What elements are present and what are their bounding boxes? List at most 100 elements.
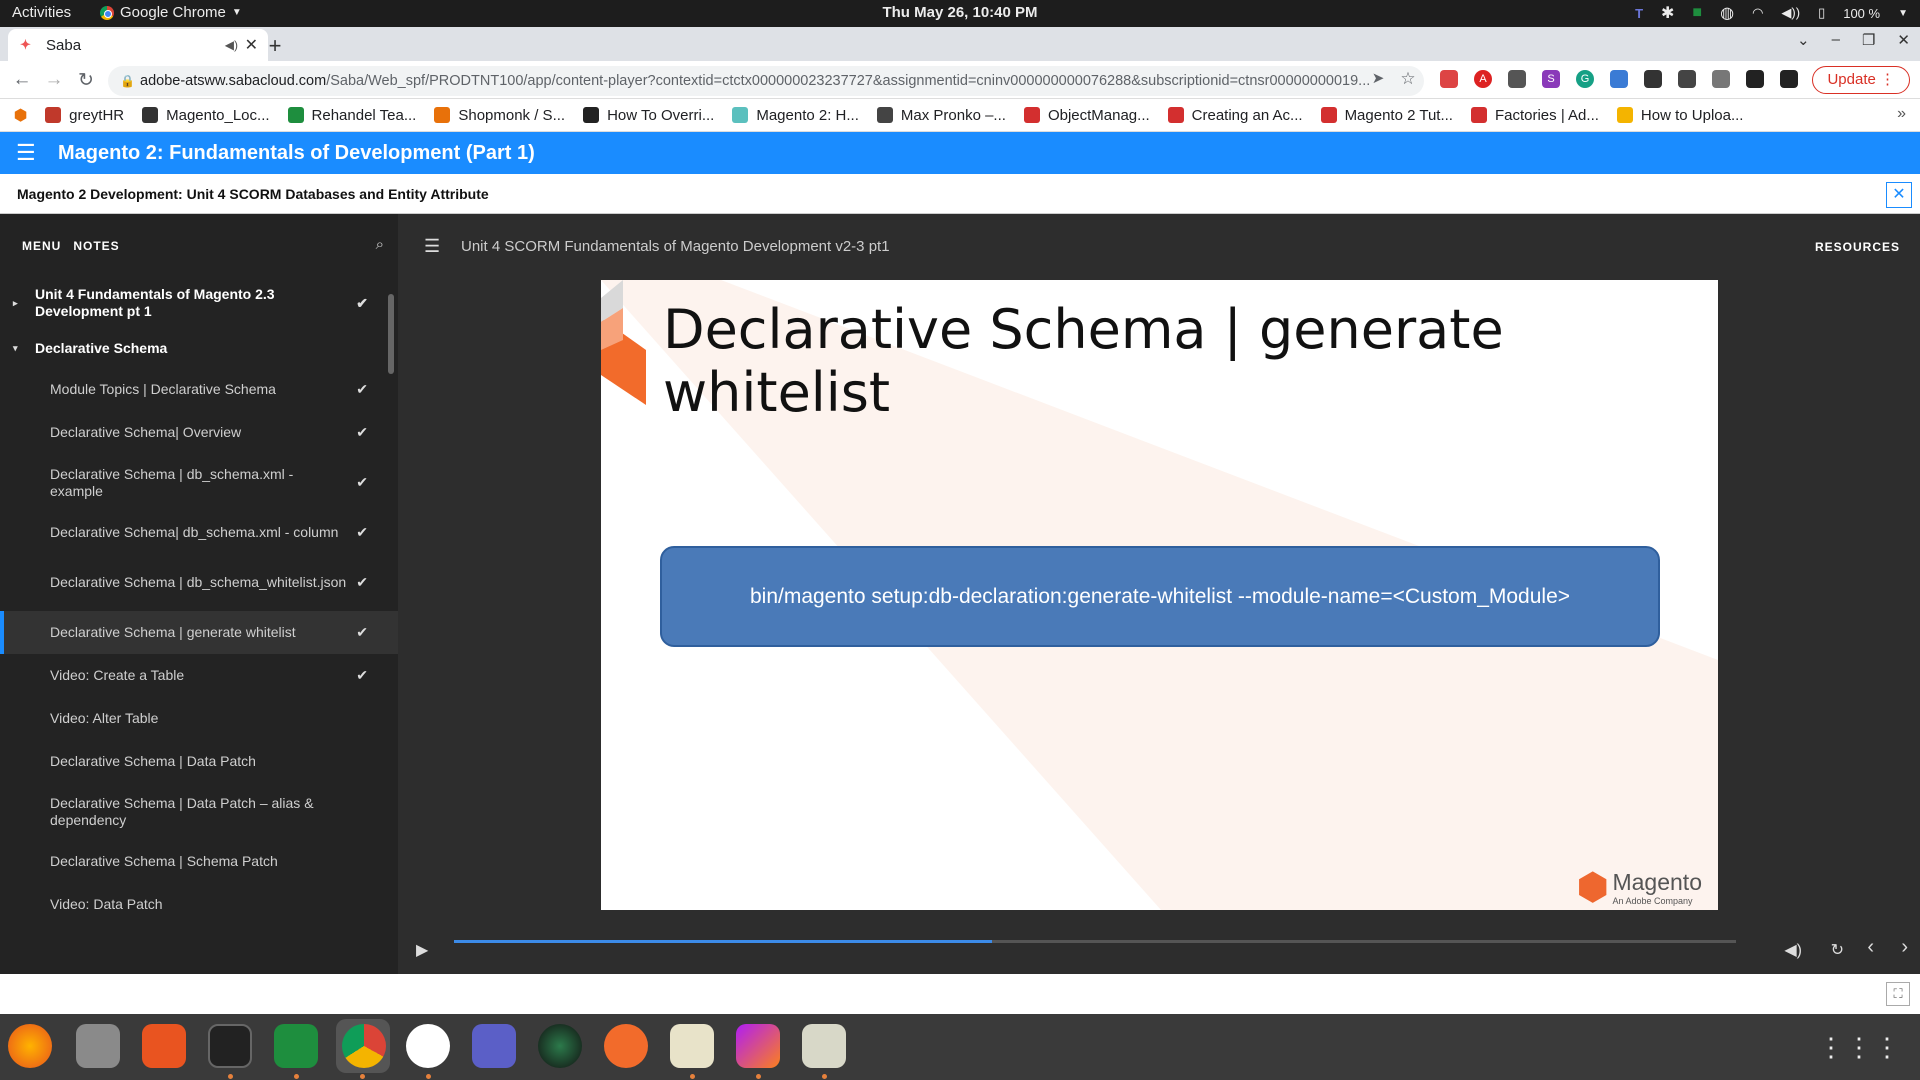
bookmark-item[interactable]: Creating an Ac... xyxy=(1167,107,1303,124)
sidebar-lesson-item[interactable]: Declarative Schema| Overview ✔ xyxy=(0,411,398,454)
bookmark-item[interactable]: Max Pronko –... xyxy=(876,107,1006,124)
check-icon: ✔ xyxy=(356,624,368,640)
lock-icon: 🔒 xyxy=(120,74,135,88)
previous-slide-icon[interactable]: ‹ xyxy=(1867,936,1874,959)
extensions-area: A S G xyxy=(1440,70,1832,88)
tab-menu[interactable]: MENU xyxy=(22,239,61,253)
sidebar-scrollbar[interactable] xyxy=(388,294,394,374)
fullscreen-icon[interactable]: ⛶ xyxy=(1886,982,1910,1006)
sidebar-lesson-item[interactable]: Declarative Schema | generate whitelist ✔ xyxy=(0,611,398,654)
minimize-icon[interactable]: – xyxy=(1832,31,1840,49)
files-icon[interactable] xyxy=(76,1024,120,1068)
browser-tab[interactable]: ✦ Saba ◀) ✕ xyxy=(8,29,268,61)
caret-right-icon: ▸ xyxy=(13,297,18,308)
update-button[interactable]: Update ⋮ xyxy=(1812,66,1910,94)
bookmark-item[interactable]: Magento_Loc... xyxy=(142,107,270,124)
firefox-icon[interactable] xyxy=(8,1024,52,1068)
logo-word: Magento xyxy=(1612,869,1702,895)
sidebar-lesson-item[interactable]: Declarative Schema | Schema Patch xyxy=(0,840,398,883)
bookmark-item[interactable]: How to Uploa... xyxy=(1616,106,1744,124)
send-icon[interactable]: ➤ xyxy=(1366,69,1390,87)
sidebar-lesson-item[interactable]: Declarative Schema | Data Patch xyxy=(0,740,398,783)
hamburger-menu-icon[interactable]: ☰ xyxy=(16,142,38,164)
close-icon[interactable]: ✕ xyxy=(1886,182,1912,208)
sidebar-lesson-item[interactable]: Video: Data Patch xyxy=(0,883,398,926)
sidebar-section[interactable]: ▸ Unit 4 Fundamentals of Magento 2.3 Deve… xyxy=(0,278,398,328)
chrome-dock-icon[interactable] xyxy=(342,1024,386,1068)
slack-icon[interactable] xyxy=(406,1024,450,1068)
extension-icon[interactable] xyxy=(1610,70,1628,88)
terminal-icon[interactable] xyxy=(208,1024,252,1068)
show-apps-icon[interactable]: ⋮⋮⋮ xyxy=(1818,1032,1902,1063)
adblock-icon[interactable]: A xyxy=(1474,70,1492,88)
sidebar-lesson-item[interactable]: Declarative Schema | db_schema.xml - exa… xyxy=(0,454,398,511)
screenshot-viewer-icon[interactable] xyxy=(802,1024,846,1068)
sidebar-section[interactable]: ▾ Declarative Schema xyxy=(0,328,398,368)
sidebar-lesson-item[interactable]: Video: Alter Table xyxy=(0,697,398,740)
sidebar-lesson-item[interactable]: Declarative Schema | db_schema_whitelist… xyxy=(0,554,398,611)
replay-icon[interactable]: ↻ xyxy=(1831,940,1844,960)
magento-bookmark-icon[interactable]: ⬢ xyxy=(14,106,27,124)
volume-icon[interactable]: ◀) xyxy=(1784,940,1802,960)
address-bar[interactable]: 🔒 adobe-atsww.sabacloud.com/Saba/Web_spf… xyxy=(108,66,1424,96)
extension-icon[interactable] xyxy=(1712,70,1730,88)
lesson-label: Video: Alter Table xyxy=(50,710,159,726)
bookmark-item[interactable]: Rehandel Tea... xyxy=(287,107,416,124)
bookmark-item[interactable]: greytHR xyxy=(45,107,124,124)
phpstorm-icon[interactable] xyxy=(736,1024,780,1068)
forward-icon[interactable]: → xyxy=(42,69,66,91)
bookmark-item[interactable]: Factories | Ad... xyxy=(1470,107,1599,124)
extension-icon[interactable] xyxy=(1440,70,1458,88)
extension-icon[interactable] xyxy=(1644,70,1662,88)
bookmark-item[interactable]: Shopmonk / S... xyxy=(434,107,565,124)
bookmark-label: How to Uploa... xyxy=(1640,106,1744,124)
extension-icon[interactable]: S xyxy=(1542,70,1560,88)
extension-icon[interactable] xyxy=(1678,70,1696,88)
app-header: ☰ Magento 2: Fundamentals of Development… xyxy=(0,132,1920,174)
play-icon[interactable]: ▶ xyxy=(416,940,428,960)
teams-icon[interactable] xyxy=(472,1024,516,1068)
close-tab-icon[interactable]: ✕ xyxy=(245,35,258,55)
progress-bar[interactable] xyxy=(454,940,1736,943)
app-menu[interactable]: Google Chrome ▼ xyxy=(100,4,242,21)
bookmark-item[interactable]: Magento 2 Tut... xyxy=(1320,107,1453,124)
postman-icon[interactable] xyxy=(604,1024,648,1068)
more-bookmarks-icon[interactable]: » xyxy=(1897,105,1906,123)
side-panel-icon[interactable] xyxy=(1780,70,1798,88)
bookmark-item[interactable]: ObjectManag... xyxy=(1023,107,1150,124)
google-chat-icon[interactable] xyxy=(274,1024,318,1068)
sidebar-lesson-item[interactable]: Declarative Schema| db_schema.xml - colu… xyxy=(0,511,398,554)
resources-button[interactable]: RESOURCES xyxy=(1815,240,1900,254)
new-tab-button[interactable]: + xyxy=(262,33,288,59)
bookmark-item[interactable]: How To Overri... xyxy=(583,107,714,124)
logo-subtitle: An Adobe Company xyxy=(1612,896,1693,906)
text-editor-icon[interactable] xyxy=(670,1024,714,1068)
check-icon: ✔ xyxy=(356,424,368,440)
system-clock[interactable]: Thu May 26, 10:40 PM xyxy=(0,4,1920,21)
tab-search-icon[interactable]: ⌄ xyxy=(1797,31,1810,49)
tab-notes[interactable]: NOTES xyxy=(73,239,119,253)
close-window-icon[interactable]: ✕ xyxy=(1897,31,1910,49)
sidebar-lesson-item[interactable]: Module Topics | Declarative Schema ✔ xyxy=(0,368,398,411)
outline-menu-icon[interactable]: ☰ xyxy=(424,236,440,257)
bookmark-star-icon[interactable]: ☆ xyxy=(1396,69,1420,89)
grammarly-icon[interactable]: G xyxy=(1576,70,1594,88)
sidebar-lesson-item[interactable]: Declarative Schema | Data Patch – alias … xyxy=(0,783,398,840)
speaker-icon[interactable]: ◀) xyxy=(225,38,238,52)
bookmark-item[interactable]: Magento 2: H... xyxy=(732,107,859,124)
sidebar-lesson-item[interactable]: Video: Create a Table ✔ xyxy=(0,654,398,697)
system-tray[interactable]: T ✱ ■ ◍ ◠ ◀)) ▯ 100 % ▼ xyxy=(1635,3,1908,23)
reload-icon[interactable]: ↻ xyxy=(74,69,98,92)
puzzle-icon[interactable] xyxy=(1746,70,1764,88)
maximize-icon[interactable]: ❐ xyxy=(1862,31,1875,49)
next-slide-icon[interactable]: › xyxy=(1901,936,1908,959)
back-icon[interactable]: ← xyxy=(10,69,34,91)
extension-icon[interactable] xyxy=(1508,70,1526,88)
teams-tray-icon: T xyxy=(1635,5,1644,21)
check-icon: ✔ xyxy=(356,294,368,311)
webcam-icon[interactable] xyxy=(538,1024,582,1068)
ubuntu-dock: ⋮⋮⋮ xyxy=(0,1014,1920,1080)
software-center-icon[interactable] xyxy=(142,1024,186,1068)
search-icon[interactable]: ⌕ xyxy=(376,236,384,253)
activities-button[interactable]: Activities xyxy=(12,4,71,21)
